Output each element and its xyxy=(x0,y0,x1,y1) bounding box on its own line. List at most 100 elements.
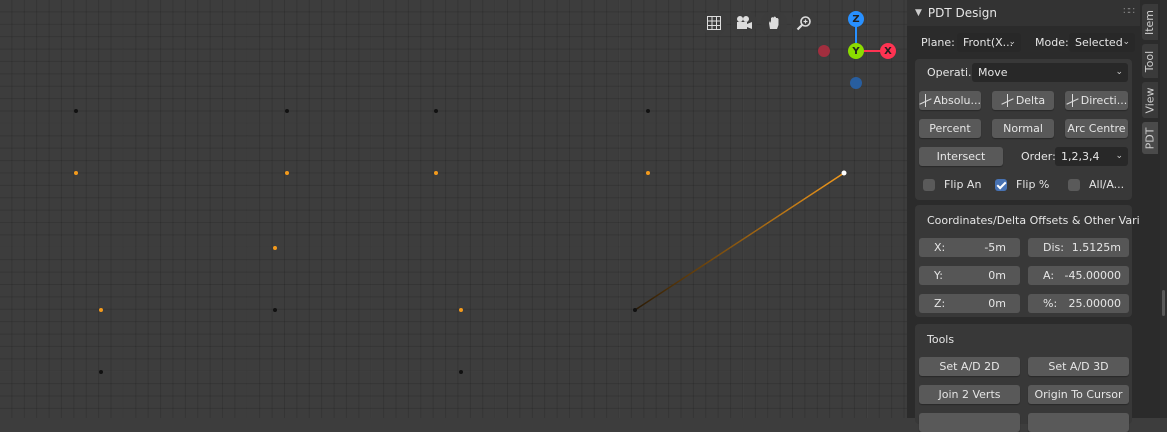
vertex[interactable] xyxy=(99,370,103,374)
normal-button[interactable]: Normal xyxy=(992,119,1054,138)
all-active-checkbox[interactable] xyxy=(1068,179,1080,191)
delta-button[interactable]: Delta xyxy=(992,91,1054,110)
delta-label: Delta xyxy=(1015,94,1046,107)
mode-dropdown[interactable]: Selected ⌄ xyxy=(1069,33,1135,52)
tools-button-partial[interactable] xyxy=(919,413,1020,432)
3d-viewport[interactable]: Z Y X xyxy=(0,0,907,418)
absolute-label: Absolu... xyxy=(933,94,982,107)
tab-view[interactable]: View xyxy=(1142,82,1158,118)
mode-label: Mode: xyxy=(1035,36,1069,49)
gizmo-neg-z-axis[interactable] xyxy=(850,77,862,89)
sidebar-tabs: Item Tool View PDT xyxy=(1140,0,1160,418)
flip-angle-checkbox[interactable] xyxy=(923,179,935,191)
vertex[interactable] xyxy=(434,109,438,113)
origin-to-cursor-button[interactable]: Origin To Cursor xyxy=(1028,385,1129,404)
tab-tool[interactable]: Tool xyxy=(1142,44,1158,78)
mesh-geometry xyxy=(74,109,847,374)
grid-toggle-icon[interactable] xyxy=(701,10,727,36)
operation-value: Move xyxy=(978,66,1008,79)
tab-pdt-label: PDT xyxy=(1143,127,1157,149)
chevron-down-icon: ⌄ xyxy=(1115,151,1123,161)
vertex-selected[interactable] xyxy=(646,171,650,175)
mode-value: Selected xyxy=(1075,36,1123,49)
chevron-down-icon: ⌄ xyxy=(1122,37,1130,47)
plane-label: Plane: xyxy=(921,36,955,49)
gizmo-neg-x-axis[interactable] xyxy=(818,45,830,57)
vertex-selected[interactable] xyxy=(434,171,438,175)
distance-field[interactable]: Dis: 1.5125m xyxy=(1028,238,1129,257)
vertex-active[interactable] xyxy=(841,170,847,176)
gizmo-z-axis[interactable]: Z xyxy=(848,11,864,27)
chevron-down-icon: ⌄ xyxy=(1008,37,1016,47)
vertex-selected[interactable] xyxy=(273,246,277,250)
tab-item-label: Item xyxy=(1143,9,1157,35)
panel-header[interactable]: ▼ PDT Design ∷∷ xyxy=(907,0,1140,26)
plane-value: Front(X... xyxy=(963,36,1014,49)
vertex[interactable] xyxy=(459,370,463,374)
vertex[interactable] xyxy=(646,109,650,113)
set-ad-2d-button[interactable]: Set A/D 2D xyxy=(919,357,1020,376)
x-label: X: xyxy=(934,241,946,254)
tab-pdt[interactable]: PDT xyxy=(1142,122,1158,154)
z-field[interactable]: Z: 0m xyxy=(919,294,1020,313)
z-label: Z: xyxy=(934,297,946,310)
hand-pan-icon[interactable] xyxy=(761,10,787,36)
operations-box: Operati... Move ⌄ Absolu... Delta Directi… xyxy=(915,59,1132,200)
zoom-icon[interactable] xyxy=(791,10,817,36)
axis-icon xyxy=(919,94,932,107)
y-label: Y: xyxy=(934,269,943,282)
vertex[interactable] xyxy=(285,109,289,113)
direction-button[interactable]: Directi... xyxy=(1065,91,1128,110)
vertex[interactable] xyxy=(74,109,78,113)
order-dropdown[interactable]: 1,2,3,4 ⌄ xyxy=(1055,147,1128,166)
drag-handle-icon[interactable]: ∷∷ xyxy=(1123,6,1135,17)
percent-button[interactable]: Percent xyxy=(919,119,981,138)
vertex-selected[interactable] xyxy=(99,308,103,312)
pct-value: 25.00000 xyxy=(1068,297,1122,310)
join-2-verts-button[interactable]: Join 2 Verts xyxy=(919,385,1020,404)
gizmo-y-axis[interactable]: Y xyxy=(848,43,864,59)
tab-tool-label: Tool xyxy=(1143,50,1157,72)
operation-dropdown[interactable]: Move ⌄ xyxy=(972,63,1128,82)
edge[interactable] xyxy=(634,172,845,311)
order-value: 1,2,3,4 xyxy=(1061,150,1100,163)
operation-label: Operati... xyxy=(927,66,979,79)
absolute-button[interactable]: Absolu... xyxy=(919,91,981,110)
flip-percent-checkbox[interactable] xyxy=(995,179,1007,191)
plane-dropdown[interactable]: Front(X... ⌄ xyxy=(957,33,1021,52)
axis-icon xyxy=(1001,94,1014,107)
panel-scrollbar[interactable] xyxy=(1160,0,1167,418)
direction-label: Directi... xyxy=(1080,94,1128,107)
vertex-selected[interactable] xyxy=(285,171,289,175)
flip-percent-label: Flip % xyxy=(1016,178,1050,191)
a-value: -45.00000 xyxy=(1064,269,1121,282)
vertex-selected[interactable] xyxy=(74,171,78,175)
collapse-arrow-icon[interactable]: ▼ xyxy=(915,8,922,18)
y-field[interactable]: Y: 0m xyxy=(919,266,1020,285)
intersect-button[interactable]: Intersect xyxy=(919,147,1003,166)
a-label: A: xyxy=(1043,269,1055,282)
vertex[interactable] xyxy=(273,308,277,312)
tools-button-partial[interactable] xyxy=(1028,413,1129,432)
arc-centre-button[interactable]: Arc Centre xyxy=(1065,119,1128,138)
order-label: Order: xyxy=(1021,150,1056,163)
percent-field[interactable]: %: 25.00000 xyxy=(1028,294,1129,313)
angle-field[interactable]: A: -45.00000 xyxy=(1028,266,1129,285)
gizmo-x-axis[interactable]: X xyxy=(880,43,896,59)
camera-icon[interactable] xyxy=(731,10,757,36)
vertex[interactable] xyxy=(633,308,637,312)
dis-label: Dis: xyxy=(1043,241,1064,254)
panel-title: PDT Design xyxy=(927,6,997,20)
vertex-selected[interactable] xyxy=(459,308,463,312)
flip-angle-label: Flip An xyxy=(944,178,982,191)
z-value: 0m xyxy=(988,297,1006,310)
set-ad-3d-button[interactable]: Set A/D 3D xyxy=(1028,357,1129,376)
tools-title: Tools xyxy=(927,333,955,346)
tools-box: Tools Set A/D 2D Set A/D 3D Join 2 Verts… xyxy=(915,324,1132,432)
tab-view-label: View xyxy=(1143,86,1157,114)
x-field[interactable]: X: -5m xyxy=(919,238,1020,257)
scrollbar-thumb[interactable] xyxy=(1162,290,1165,316)
y-value: 0m xyxy=(988,269,1006,282)
tab-item[interactable]: Item xyxy=(1142,4,1158,40)
coordinates-box: Coordinates/Delta Offsets & Other Vari..… xyxy=(915,205,1150,317)
